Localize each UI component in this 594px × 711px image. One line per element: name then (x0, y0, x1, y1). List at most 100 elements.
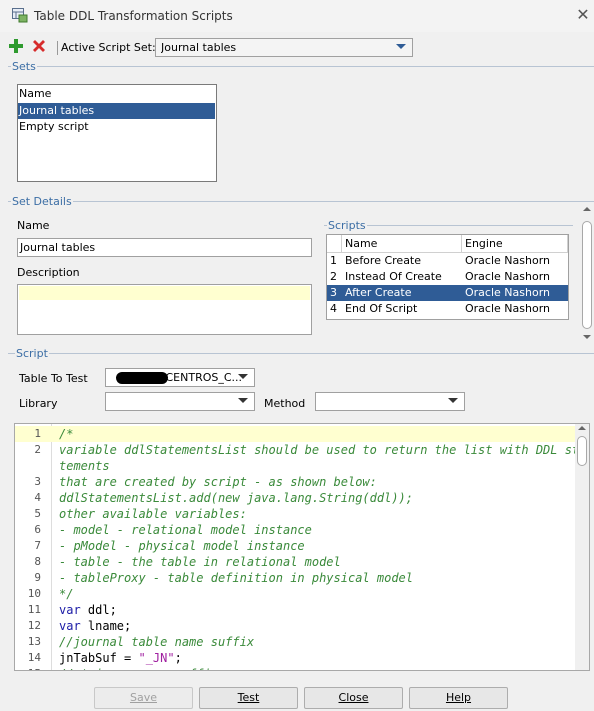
code-line: 7 - pModel - physical model instance (15, 538, 575, 554)
redacted-mark (116, 372, 168, 384)
row-engine: Oracle Nashorn (465, 286, 550, 299)
line-number: 8 (34, 555, 41, 568)
name-label: Name (17, 219, 50, 232)
table-header-name[interactable]: Name (342, 235, 462, 253)
script-group-border (8, 353, 594, 354)
chevron-down-icon (448, 398, 458, 403)
code-line: 1 /* (15, 426, 575, 442)
list-item[interactable]: Journal tables (18, 103, 215, 119)
test-button-label: Test (237, 691, 260, 704)
library-select[interactable] (105, 392, 255, 411)
line-number: 3 (34, 475, 41, 488)
row-name: Before Create (345, 254, 422, 267)
line-number: 10 (27, 587, 41, 600)
table-app-icon (12, 8, 28, 23)
code-text: - model - relational model instance (59, 523, 312, 537)
sets-group-label: Sets (11, 60, 37, 73)
table-row[interactable]: 3 After Create Oracle Nashorn (327, 285, 568, 301)
close-button[interactable]: Close (304, 687, 403, 709)
scroll-up-icon[interactable] (578, 426, 586, 430)
line-number: 14 (27, 651, 41, 664)
row-name: End Of Script (345, 302, 418, 315)
code-line: 4 ddlStatementsList.add(new java.lang.Str… (15, 490, 575, 506)
help-button[interactable]: Help (409, 687, 508, 709)
table-row[interactable]: 1 Before Create Oracle Nashorn (327, 253, 568, 269)
code-text: /* (59, 427, 74, 441)
code-line: 9 - tableProxy - table definition in phys… (15, 570, 575, 586)
code-line: 10 */ (15, 586, 575, 602)
code-text: var lname; (59, 619, 132, 633)
active-script-set-label: Active Script Set: (61, 41, 156, 54)
code-text: - pModel - physical model instance (59, 539, 305, 553)
chevron-down-icon (238, 374, 248, 379)
scroll-thumb[interactable] (577, 436, 587, 466)
line-number: 12 (27, 619, 41, 632)
code-line: 11 var ddl; (15, 602, 575, 618)
line-number: 5 (34, 507, 41, 520)
code-line: 2 variable ddlStatementsList should be us… (15, 442, 586, 458)
save-button-label: Save (129, 691, 157, 704)
code-line: 12 var lname; (15, 618, 575, 634)
delete-icon[interactable] (31, 38, 47, 54)
sets-list[interactable]: Name Journal tables Empty script (17, 84, 217, 182)
line-number: 9 (34, 571, 41, 584)
add-icon[interactable] (8, 38, 24, 54)
description-field[interactable] (17, 284, 312, 335)
close-icon[interactable]: ✕ (574, 6, 592, 24)
name-field[interactable]: Journal tables (17, 238, 312, 257)
method-select[interactable] (315, 392, 465, 411)
active-script-set-value: Journal tables (161, 41, 237, 54)
code-line: 3 that are created by script - as shown b… (15, 474, 575, 490)
row-index: 2 (330, 270, 337, 283)
script-group-label: Script (15, 347, 49, 360)
table-header-index (327, 235, 342, 253)
table-row[interactable]: 4 End Of Script Oracle Nashorn (327, 301, 568, 317)
close-button-label: Close (338, 691, 369, 704)
help-button-label: Help (445, 691, 472, 704)
code-text: tements (59, 459, 110, 473)
code-text: //journal table name suffix (59, 635, 255, 649)
editor-scrollbar[interactable] (575, 424, 589, 670)
line-number: 4 (34, 491, 41, 504)
set-details-group-label: Set Details (11, 195, 73, 208)
code-line: 8 - table - the table in relational model (15, 554, 575, 570)
string-token: "_JN" (138, 651, 175, 665)
toolbar-separator (57, 41, 58, 55)
sets-column-header: Name (19, 87, 52, 100)
table-header-engine[interactable]: Engine (462, 235, 568, 253)
code-text: jnTabSuf = "_JN"; (59, 651, 182, 665)
code-text: that are created by script - as shown be… (59, 475, 377, 489)
active-script-set-select[interactable]: Journal tables (155, 38, 413, 57)
scroll-up-icon[interactable] (583, 207, 591, 211)
list-item[interactable]: Empty script (18, 119, 215, 135)
line-number: 15 (15, 666, 41, 670)
scripts-table[interactable]: Name Engine 1 Before Create Oracle Nasho… (326, 234, 569, 320)
line-number: 2 (34, 443, 41, 456)
scroll-thumb[interactable] (582, 221, 592, 329)
scripts-group-label: Scripts (327, 219, 367, 232)
window-title: Table DDL Transformation Scripts (34, 9, 233, 23)
set-details-scrollbar[interactable] (580, 205, 594, 343)
code-text: other available variables: (59, 507, 247, 521)
table-to-test-value: .CENTROS_C... (162, 371, 243, 384)
description-label: Description (17, 266, 80, 279)
code-line: 14 jnTabSuf = "_JN"; (15, 650, 575, 666)
save-button[interactable]: Save (94, 687, 193, 709)
script-code-editor[interactable]: 1 /* 2 variable ddlStatementsList should be… (14, 423, 590, 671)
code-line: 13 //journal table name suffix (15, 634, 575, 650)
chevron-down-icon (396, 44, 406, 49)
table-to-test-select[interactable]: .CENTROS_C... (105, 368, 255, 387)
test-button[interactable]: Test (199, 687, 298, 709)
code-text: ddlStatementsList.add(new java.lang.Stri… (59, 491, 414, 505)
code-line: 6 - model - relational model instance (15, 522, 575, 538)
keyword-token: var (59, 619, 81, 633)
code-text: variable ddlStatementsList should be use… (59, 443, 587, 457)
code-text: */ (59, 587, 74, 601)
table-row[interactable]: 2 Instead Of Create Oracle Nashorn (327, 269, 568, 285)
code-text: // trigger name suffix (59, 666, 218, 670)
line-number: 7 (34, 539, 41, 552)
row-name: After Create (345, 286, 412, 299)
row-engine: Oracle Nashorn (465, 302, 550, 315)
line-number: 11 (27, 603, 41, 616)
scroll-down-icon[interactable] (583, 335, 591, 339)
